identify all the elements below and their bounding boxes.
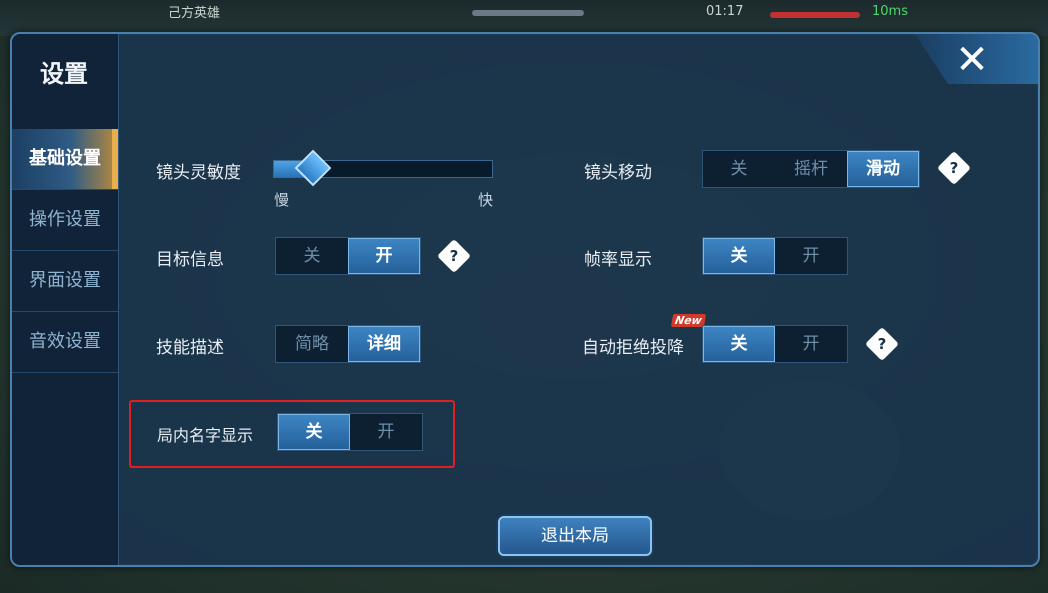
help-glyph: ? [449,247,459,265]
fps-display-off[interactable]: 关 [703,238,775,274]
help-glyph: ? [949,159,959,177]
skill-desc-detailed[interactable]: 详细 [348,326,420,362]
new-badge: New [670,314,706,327]
camera-move-swipe[interactable]: 滑动 [847,151,919,187]
target-info-label: 目标信息 [156,250,224,270]
target-info-on[interactable]: 开 [348,238,420,274]
help-icon[interactable]: ? [865,327,899,361]
in-game-names-on[interactable]: 开 [350,414,422,450]
help-icon[interactable]: ? [437,239,471,273]
team-label: 己方英雄 [168,6,221,21]
fps-display-toggle: 关 开 [702,237,848,275]
fps-display-on[interactable]: 开 [775,238,847,274]
slider-thumb[interactable] [294,149,332,187]
dialog-title: 设置 [40,60,88,88]
camera-move-joystick[interactable]: 摇杆 [775,151,847,187]
exit-match-button[interactable]: 退出本局 [498,516,652,556]
camera-sensitivity-slider[interactable] [273,149,493,187]
auto-reject-on[interactable]: 开 [775,326,847,362]
slider-min-label: 慢 [274,191,290,209]
auto-reject-off[interactable]: 关 [703,326,775,362]
target-info-off[interactable]: 关 [276,238,348,274]
auto-reject-surrender-label: 自动拒绝投降 [582,338,684,358]
camera-move-toggle: 关 摇杆 滑动 [702,150,920,188]
camera-move-label: 镜头移动 [584,163,652,183]
auto-reject-surrender-toggle: 关 开 [702,325,848,363]
in-game-names-off[interactable]: 关 [278,414,350,450]
skill-desc-toggle: 简略 详细 [275,325,421,363]
skill-desc-label: 技能描述 [156,338,224,358]
in-game-names-toggle: 关 开 [277,413,423,451]
settings-sidebar: 设置 基础设置 操作设置 界面设置 音效设置 [12,34,119,565]
camera-move-off[interactable]: 关 [703,151,775,187]
camera-sensitivity-label: 镜头灵敏度 [156,163,241,183]
sidebar-item-basic[interactable]: 基础设置 [12,129,118,190]
hp-bar [770,12,860,18]
match-timer: 01:17 [706,4,744,19]
ping-readout: 10ms [872,4,908,19]
in-game-names-label: 局内名字显示 [157,426,254,445]
skill-desc-brief[interactable]: 简略 [276,326,348,362]
hud-progress-bar [472,10,584,16]
sidebar-item-interface[interactable]: 界面设置 [12,251,118,312]
slider-max-label: 快 [478,191,494,209]
close-icon[interactable]: ✕ [952,40,992,80]
settings-dialog: 设置 基础设置 操作设置 界面设置 音效设置 ✕ 镜头灵敏度 慢 快 镜头移动 … [10,32,1040,567]
fps-display-label: 帧率显示 [584,250,652,270]
sidebar-item-controls[interactable]: 操作设置 [12,190,118,251]
sidebar-item-audio[interactable]: 音效设置 [12,312,118,373]
help-glyph: ? [877,335,887,353]
help-icon[interactable]: ? [937,151,971,185]
target-info-toggle: 关 开 [275,237,421,275]
